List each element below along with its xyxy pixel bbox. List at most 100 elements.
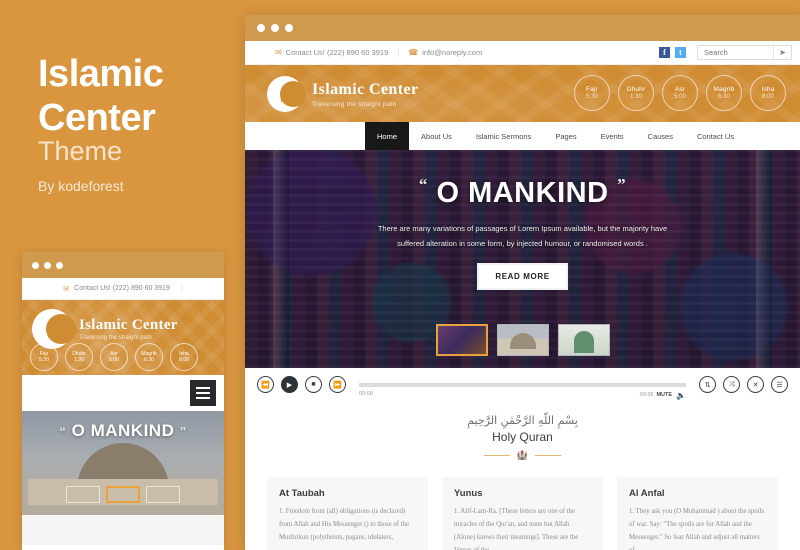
prayer-name: Fajr [586, 86, 598, 93]
quran-card-al-anfal[interactable]: Al Anfal 1. They ask you (O Muhammad ) a… [617, 477, 778, 550]
nav-item-pages[interactable]: Pages [543, 122, 588, 150]
card-text: 1. Alif-Lam-Ra. [These letters are one o… [454, 508, 579, 550]
skip-forward-icon[interactable]: ⏩ [329, 376, 346, 393]
mobile-thumb-3[interactable] [146, 486, 180, 503]
mobile-logo-tagline: Traversing the straight path [79, 335, 152, 341]
card-text: 1. Freedom from (all) obligations (is de… [279, 508, 410, 541]
player-current-time: 00:00 [359, 390, 373, 397]
mute-button[interactable]: MUTE [656, 392, 672, 398]
envelope-icon: ✉ [275, 48, 282, 57]
read-more-button[interactable]: READ MORE [477, 263, 568, 290]
nav-item-causes[interactable]: Causes [636, 122, 685, 150]
browser-window-chrome [245, 15, 800, 41]
section-title: Holy Quran [492, 430, 553, 444]
nav-item-events[interactable]: Events [589, 122, 636, 150]
shuffle-icon[interactable]: ⤨ [723, 376, 740, 393]
mosque-logo-icon [267, 76, 306, 112]
send-icon[interactable]: ➤ [773, 46, 791, 59]
mobile-hero-title-text: O MANKIND [71, 421, 175, 440]
mobile-prayer-asr: Asr 5:00 [100, 343, 128, 371]
window-maximize-dot[interactable] [285, 24, 293, 32]
window-dot-3[interactable] [56, 261, 63, 269]
prayer-asr: Asr 5:00 [662, 75, 698, 111]
main-navigation: Home About Us Islamic Sermons Pages Even… [245, 122, 800, 150]
repeat-icon[interactable]: ⇅ [699, 376, 716, 393]
prayer-name: Dhuhr [626, 86, 646, 93]
window-dot-2[interactable] [44, 261, 51, 269]
window-close-dot[interactable] [257, 24, 265, 32]
nav-item-islamic-sermons[interactable]: Islamic Sermons [464, 122, 543, 150]
hero-title: “ O MANKIND ” [419, 175, 626, 210]
prayer-name: Asr [674, 86, 686, 93]
prayer-time: 1:30 [74, 357, 84, 363]
browser-window: ✉ Contact Us! (222) 890 60 3919 | ☎ info… [245, 15, 800, 550]
slider-thumb-3[interactable] [557, 324, 610, 356]
mobile-thumb-1[interactable] [66, 486, 100, 503]
nav-item-home[interactable]: Home [365, 122, 410, 150]
slider-thumb-1-active[interactable] [435, 324, 488, 356]
nav-item-contact-us[interactable]: Contact Us [685, 122, 746, 150]
card-title: Yunus [454, 488, 483, 499]
mobile-hero-slider[interactable]: “ O MANKIND ” [22, 411, 224, 515]
stop-icon[interactable]: ■ [305, 376, 322, 393]
twitter-icon[interactable]: t [675, 47, 686, 58]
envelope-icon: ✉ [63, 285, 70, 293]
hamburger-menu-icon[interactable] [190, 380, 216, 406]
window-dot-1[interactable] [32, 261, 39, 269]
prayer-dhuhr: Dhuhr 1:30 [618, 75, 654, 111]
audio-player: ⏪ ▶ ■ ⏩ 00:00 00:36 MUTE 🔈 ⇅ ⤨ ✕ ☰ [245, 368, 800, 401]
prayer-name: Magrib [713, 86, 735, 93]
prayer-fajr: Fajr 5:30 [574, 75, 610, 111]
quran-card-at-taubah[interactable]: At Taubah 1. Freedom from (all) obligati… [267, 477, 428, 550]
promo-title-line2: Center [38, 97, 156, 139]
mosque-dome-icon [280, 86, 290, 102]
site-logo[interactable]: Islamic Center Traversing the straight p… [267, 76, 418, 112]
mobile-hero-title: “ O MANKIND ” [22, 421, 224, 441]
topbar-email-text: info@noreply.com [422, 48, 483, 57]
quran-cards: At Taubah 1. Freedom from (all) obligati… [245, 461, 800, 550]
promo-subtitle: Theme [38, 136, 123, 166]
mobile-thumb-2-active[interactable] [106, 486, 140, 503]
mobile-logo-name: Islamic Center [79, 317, 178, 333]
mobile-prayer-magrib: Magrib 6:30 [135, 343, 163, 371]
mobile-footer-area [22, 515, 224, 545]
topbar-email[interactable]: ☎ info@noreply.com [408, 48, 482, 57]
slider-thumb-2[interactable] [496, 324, 549, 356]
close-icon[interactable]: ✕ [747, 376, 764, 393]
section-divider: 🏰 [245, 450, 800, 461]
mobile-prayer-isha: Isha 8:00 [170, 343, 198, 371]
thumb-image-1 [437, 326, 486, 354]
prayer-time: 5:00 [109, 357, 119, 363]
promo-byline: By kodeforest [38, 178, 124, 194]
play-icon[interactable]: ▶ [281, 376, 298, 393]
prayer-name: Isha [761, 86, 775, 93]
mobile-slider-thumbnails[interactable] [66, 486, 180, 503]
promo-title-line1: Islamic [38, 53, 164, 95]
prayer-isha: Isha 8:00 [750, 75, 786, 111]
burger-line-3 [196, 397, 210, 399]
hero-slider: “ O MANKIND ” There are many variations … [245, 150, 800, 368]
playlist-icon[interactable]: ☰ [771, 376, 788, 393]
holy-quran-section: بِسْمِ اللّهِ الرَّحْمٰنِ الرَّحِيمِ Hol… [245, 401, 800, 550]
volume-icon[interactable]: 🔈 [676, 391, 686, 400]
site-header: Islamic Center Traversing the straight p… [245, 65, 800, 122]
nav-item-about-us[interactable]: About Us [409, 122, 464, 150]
skip-back-icon[interactable]: ⏪ [257, 376, 274, 393]
player-progress-track[interactable]: 00:00 00:36 MUTE 🔈 [359, 382, 686, 400]
player-total-time: 00:36 [639, 392, 654, 398]
thumb-image-2 [497, 325, 548, 355]
search-input[interactable] [698, 46, 773, 59]
card-text: 1. They ask you (O Muhammad ) about the … [629, 508, 765, 550]
player-progress-bar[interactable] [359, 382, 686, 387]
phone-icon: ☎ [408, 48, 419, 57]
mobile-prayer-fajr: Fajr 5:30 [30, 343, 58, 371]
site-logo-tagline: Traversing the straight path [312, 100, 397, 108]
prayer-time: 6:30 [144, 357, 154, 363]
quote-close-icon: ” [617, 175, 627, 194]
mobile-preview-window: ✉ Contact Us! (222) 890 60 3919 | Islami… [22, 252, 224, 550]
facebook-icon[interactable]: f [659, 47, 670, 58]
quran-card-yunus[interactable]: Yunus 1. Alif-Lam-Ra. [These letters are… [442, 477, 603, 550]
topbar-contact[interactable]: ✉ Contact Us! (222) 890 60 3919 [275, 48, 388, 57]
hero-description: There are many variations of passages of… [377, 224, 668, 248]
window-minimize-dot[interactable] [271, 24, 279, 32]
